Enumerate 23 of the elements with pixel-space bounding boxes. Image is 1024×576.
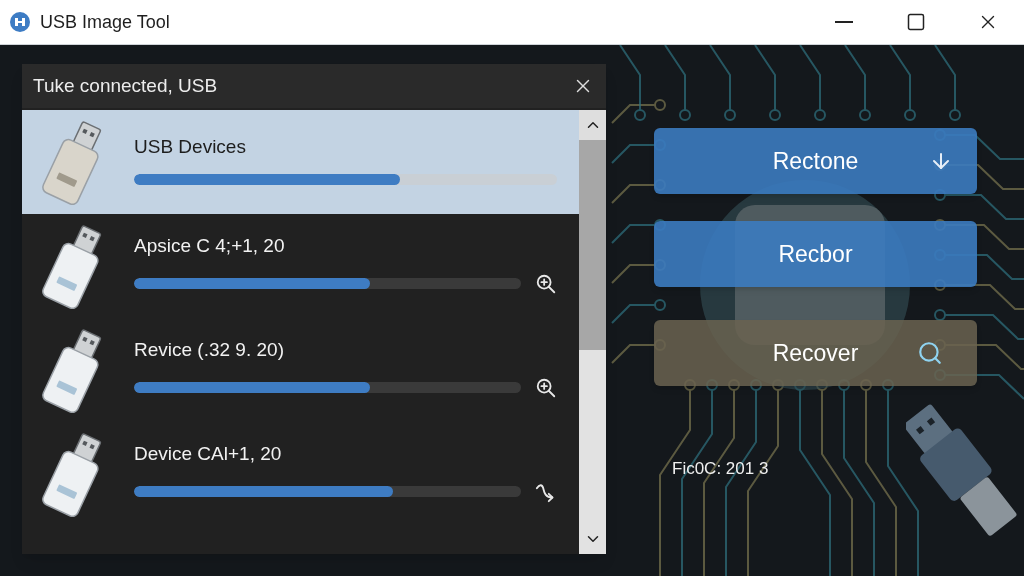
status-text: Fic0C: 201 3 [672,458,770,480]
action-button[interactable]: Recover [654,320,977,386]
device-row[interactable]: Apsice C 4;+1, 20 [22,214,579,318]
maximize-icon [906,12,926,32]
scroll-up-button[interactable] [579,110,606,140]
zoom-in-icon[interactable] [535,376,557,399]
minimize-icon [835,21,853,23]
window-title: USB Image Tool [40,10,170,34]
search-icon [917,340,943,366]
scrollbar-thumb[interactable] [579,140,606,350]
device-row[interactable]: USB Devices [22,110,579,214]
scroll-down-button[interactable] [579,524,606,554]
device-row[interactable]: Revice (.32 9. 20) [22,318,579,422]
action-button[interactable]: Recbor [654,221,977,287]
device-name: Apsice C 4;+1, 20 [134,233,286,258]
device-name: Device CAl+1, 20 [134,441,283,466]
action-button[interactable]: Rectone [654,128,977,194]
zoom-in-icon[interactable] [535,272,557,295]
device-row[interactable]: Device CAl+1, 20 [22,422,579,526]
device-name: USB Devices [134,135,247,159]
device-name: Revice (.32 9. 20) [134,337,285,362]
panel-title: Tuke connected, USB [33,73,218,98]
app-logo-icon [10,12,30,32]
